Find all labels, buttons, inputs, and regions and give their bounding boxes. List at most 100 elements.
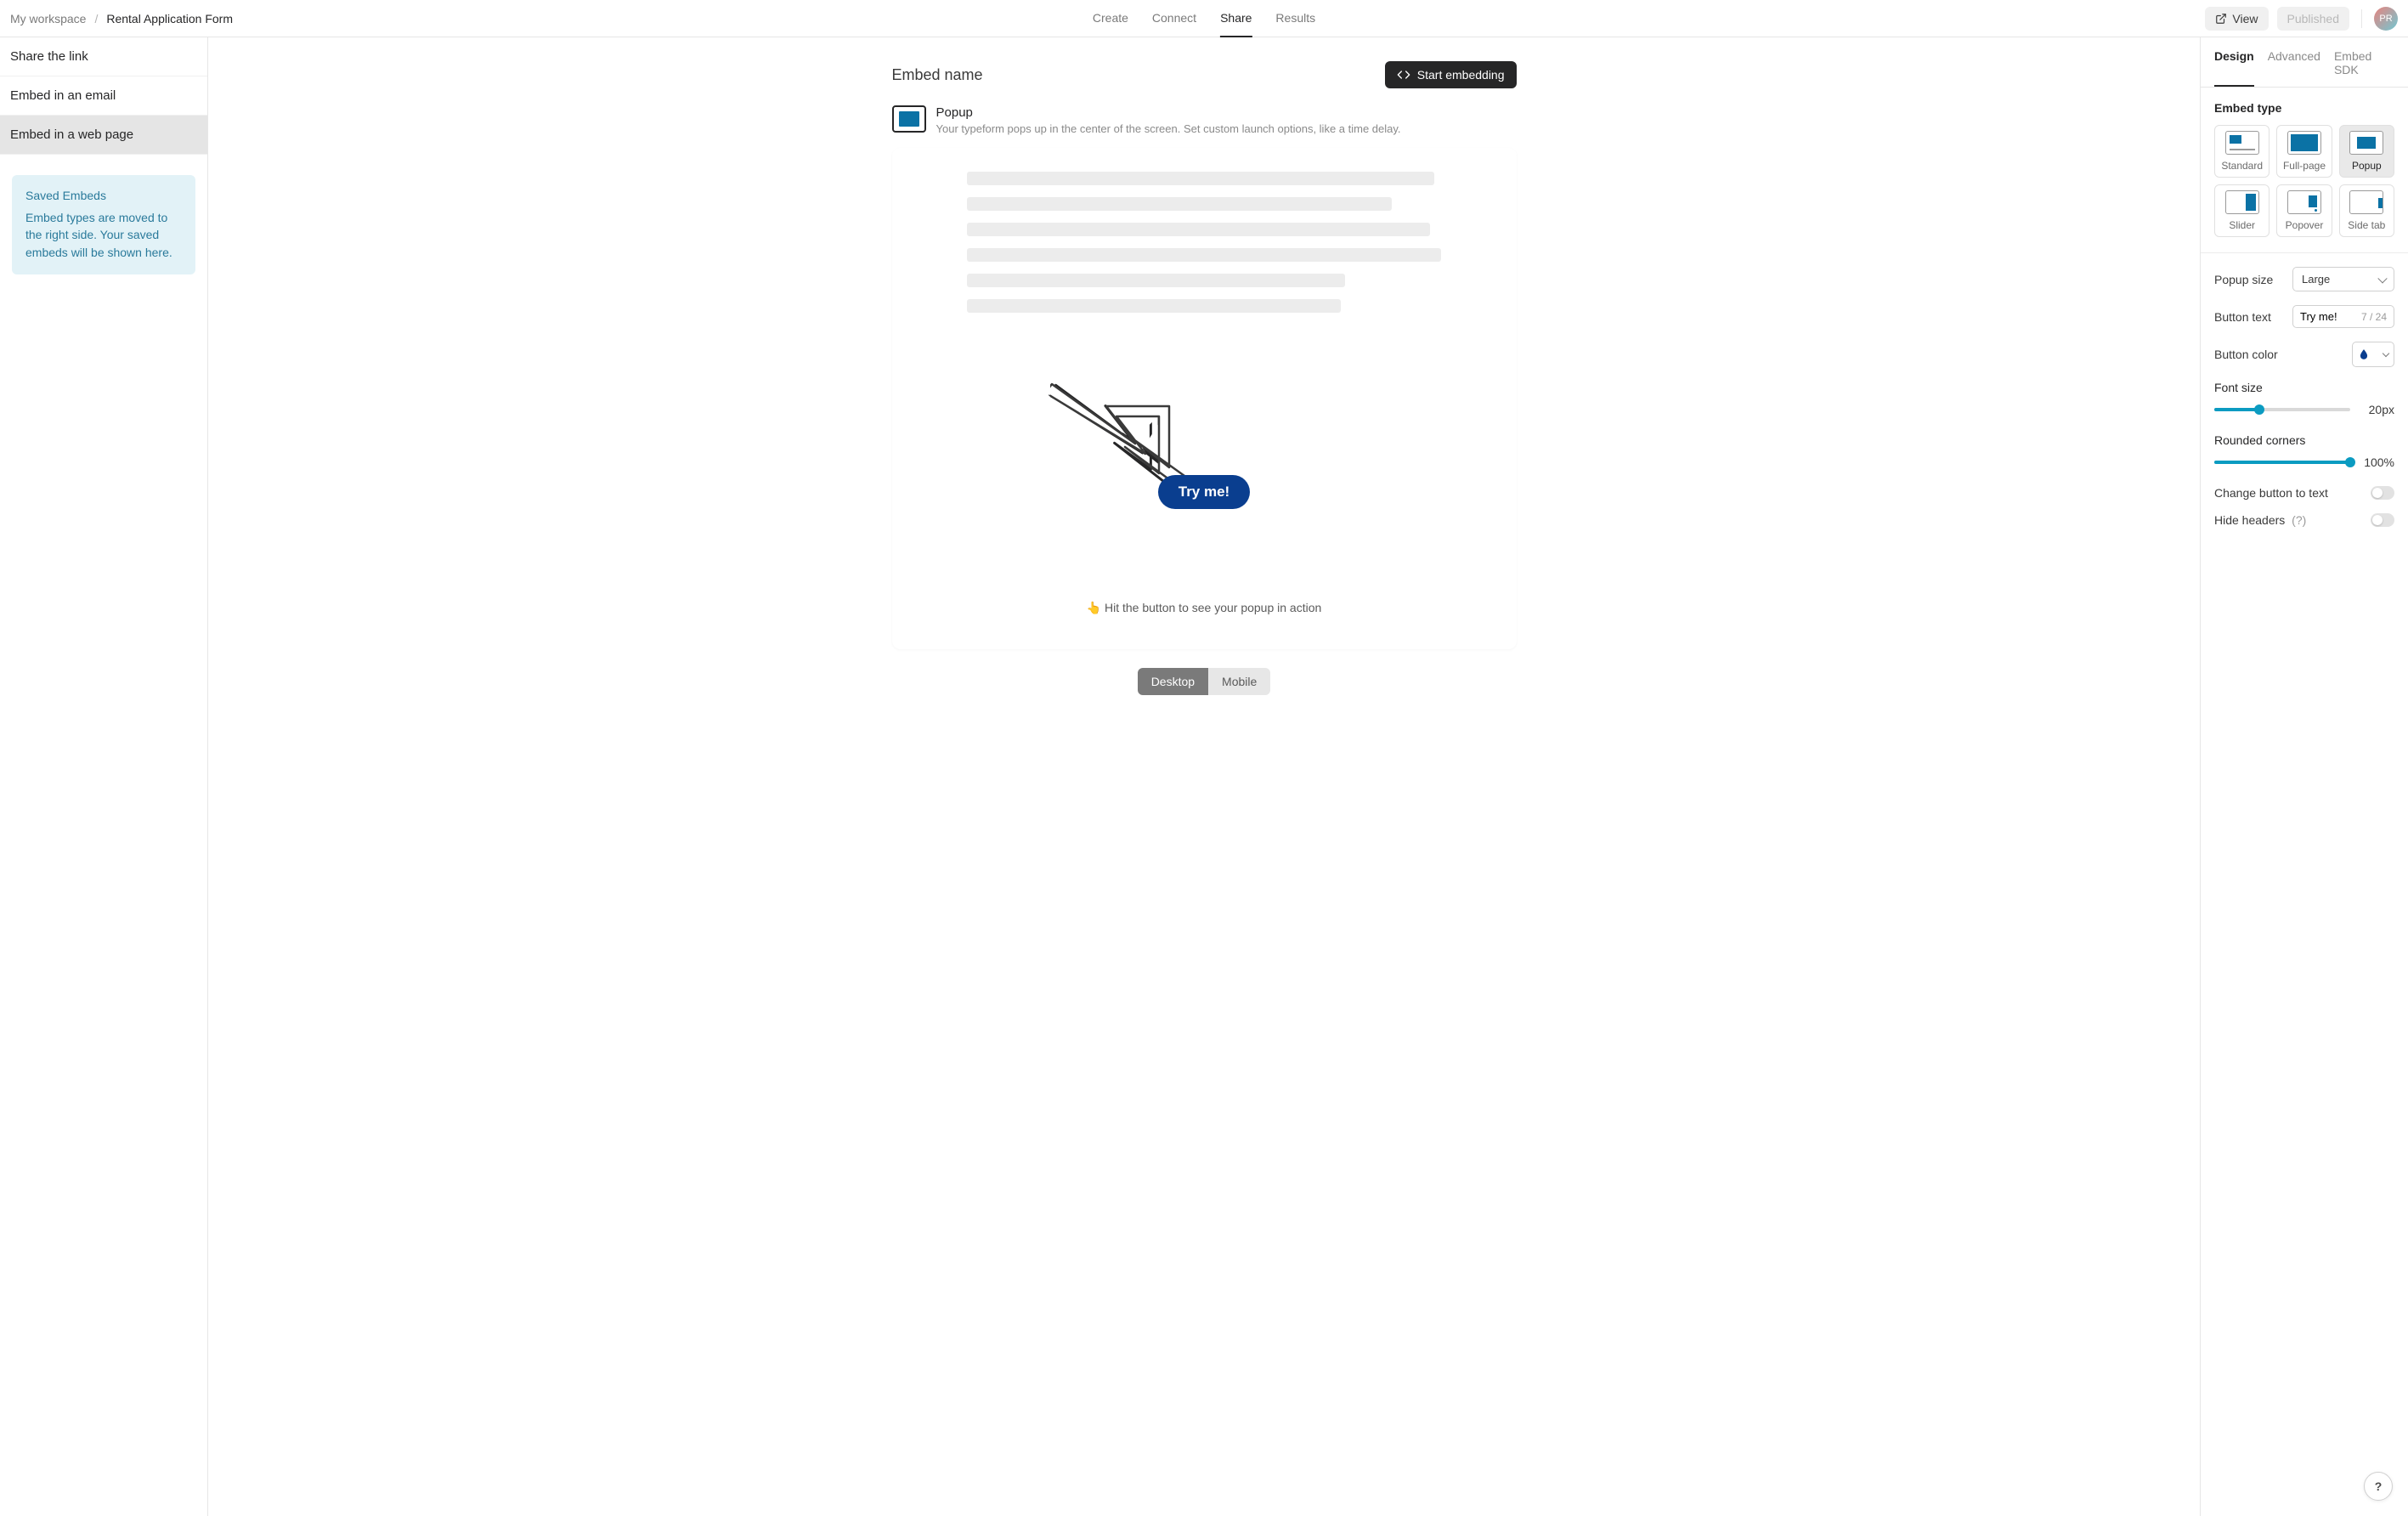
type-label: Side tab — [2348, 219, 2385, 231]
chevron-down-icon — [2383, 349, 2389, 356]
rounded-label: Rounded corners — [2214, 433, 2394, 447]
tab-connect[interactable]: Connect — [1152, 0, 1196, 37]
button-text-label: Button text — [2214, 310, 2271, 324]
skeleton-lines — [967, 172, 1441, 325]
tab-results[interactable]: Results — [1275, 0, 1315, 37]
help-button[interactable]: ? — [2364, 1472, 2393, 1501]
embed-type-head: Embed type — [2214, 101, 2394, 115]
skeleton-line — [967, 172, 1434, 185]
type-label: Standard — [2221, 160, 2263, 172]
skeleton-line — [967, 274, 1345, 287]
hide-headers-hint[interactable]: (?) — [2292, 513, 2306, 527]
fullpage-icon — [2287, 131, 2321, 155]
hide-headers-toggle[interactable] — [2371, 513, 2394, 527]
rtab-design[interactable]: Design — [2214, 49, 2254, 87]
font-size-label: Font size — [2214, 381, 2394, 394]
start-embedding-label: Start embedding — [1417, 68, 1505, 82]
embed-type-grid: Standard Full-page Popup Slider Popover … — [2214, 125, 2394, 237]
device-desktop[interactable]: Desktop — [1138, 668, 1208, 695]
preview-card: Try me! 👆 Hit the button to see your pop… — [892, 148, 1517, 649]
tab-share[interactable]: Share — [1220, 0, 1252, 37]
sidebar-item-embed-email[interactable]: Embed in an email — [0, 76, 207, 116]
rounded-value: 100% — [2360, 455, 2394, 469]
button-color-picker[interactable] — [2352, 342, 2394, 367]
sidetab-icon — [2349, 190, 2383, 214]
type-full-page[interactable]: Full-page — [2276, 125, 2332, 178]
type-label: Slider — [2229, 219, 2255, 231]
rtab-sdk[interactable]: Embed SDK — [2334, 49, 2394, 87]
type-label: Popup — [2352, 160, 2382, 172]
type-slider[interactable]: Slider — [2214, 184, 2270, 237]
popup-thumb-icon — [892, 105, 926, 133]
popup-icon — [2349, 131, 2383, 155]
popup-size-label: Popup size — [2214, 273, 2273, 286]
button-color-row: Button color — [2214, 342, 2394, 367]
hide-headers-row: Hide headers (?) — [2214, 513, 2394, 527]
center-area: Embed name Start embedding Popup Your ty… — [208, 37, 2200, 1516]
change-to-text-row: Change button to text — [2214, 486, 2394, 500]
avatar[interactable]: PR — [2374, 7, 2398, 31]
published-button: Published — [2277, 7, 2350, 31]
right-tabs: Design Advanced Embed SDK — [2201, 49, 2408, 88]
standard-icon — [2225, 131, 2259, 155]
breadcrumb-title: Rental Application Form — [106, 12, 233, 25]
saved-embeds-body: Embed types are moved to the right side.… — [25, 209, 182, 261]
view-button-label: View — [2232, 12, 2258, 25]
tab-create[interactable]: Create — [1093, 0, 1128, 37]
skeleton-line — [967, 223, 1430, 236]
popup-size-select[interactable]: Large — [2292, 267, 2394, 291]
saved-embeds-box: Saved Embeds Embed types are moved to th… — [12, 175, 195, 274]
device-mobile[interactable]: Mobile — [1208, 668, 1270, 695]
start-embedding-button[interactable]: Start embedding — [1385, 61, 1517, 88]
code-icon — [1397, 68, 1410, 82]
arrow-icon — [1050, 359, 1195, 482]
try-me-button[interactable]: Try me! — [1158, 475, 1250, 509]
popup-title: Popup — [936, 105, 1401, 120]
slider-icon — [2225, 190, 2259, 214]
rtab-advanced[interactable]: Advanced — [2268, 49, 2320, 87]
button-text-input-wrap[interactable]: 7 / 24 — [2292, 305, 2394, 328]
right-panel: Design Advanced Embed SDK Embed type Sta… — [2200, 37, 2408, 1516]
sidebar-item-embed-web[interactable]: Embed in a web page — [0, 116, 207, 155]
popup-info-row: Popup Your typeform pops up in the cente… — [892, 105, 1517, 138]
type-popup[interactable]: Popup — [2339, 125, 2394, 178]
rounded-slider[interactable] — [2214, 461, 2350, 464]
view-button[interactable]: View — [2205, 7, 2268, 31]
breadcrumb-workspace[interactable]: My workspace — [10, 12, 86, 25]
type-popover[interactable]: Popover — [2276, 184, 2332, 237]
type-label: Full-page — [2283, 160, 2326, 172]
sidebar-item-share-link[interactable]: Share the link — [0, 37, 207, 76]
font-size-block: Font size 20px — [2214, 381, 2394, 416]
type-standard[interactable]: Standard — [2214, 125, 2270, 178]
tool-area: View Published PR — [2205, 7, 2398, 31]
type-label: Popover — [2286, 219, 2324, 231]
arrow-area: Try me! — [933, 325, 1476, 592]
breadcrumb-sep: / — [94, 12, 98, 25]
popup-desc: Your typeform pops up in the center of t… — [936, 122, 1401, 138]
device-toggle: Desktop Mobile — [1138, 668, 1271, 695]
font-size-slider[interactable] — [2214, 408, 2350, 411]
rounded-block: Rounded corners 100% — [2214, 433, 2394, 469]
button-color-label: Button color — [2214, 348, 2278, 361]
hide-headers-label: Hide headers (?) — [2214, 513, 2306, 527]
change-to-text-label: Change button to text — [2214, 486, 2328, 500]
change-to-text-toggle[interactable] — [2371, 486, 2394, 500]
divider — [2361, 9, 2362, 28]
skeleton-line — [967, 197, 1392, 211]
external-link-icon — [2215, 13, 2227, 25]
breadcrumb: My workspace / Rental Application Form — [10, 12, 233, 25]
popup-text: Popup Your typeform pops up in the cente… — [936, 105, 1401, 138]
font-size-value: 20px — [2360, 403, 2394, 416]
topbar: My workspace / Rental Application Form C… — [0, 0, 2408, 37]
left-sidebar: Share the link Embed in an email Embed i… — [0, 37, 208, 1516]
embed-name-label: Embed name — [892, 66, 983, 84]
button-text-input[interactable] — [2300, 310, 2349, 323]
popup-hint: 👆 Hit the button to see your popup in ac… — [933, 601, 1476, 615]
type-side-tab[interactable]: Side tab — [2339, 184, 2394, 237]
popup-size-row: Popup size Large — [2214, 267, 2394, 291]
droplet-icon — [2358, 348, 2370, 360]
skeleton-line — [967, 248, 1441, 262]
button-text-count: 7 / 24 — [2361, 311, 2387, 323]
skeleton-line — [967, 299, 1341, 313]
divider — [2201, 252, 2408, 253]
